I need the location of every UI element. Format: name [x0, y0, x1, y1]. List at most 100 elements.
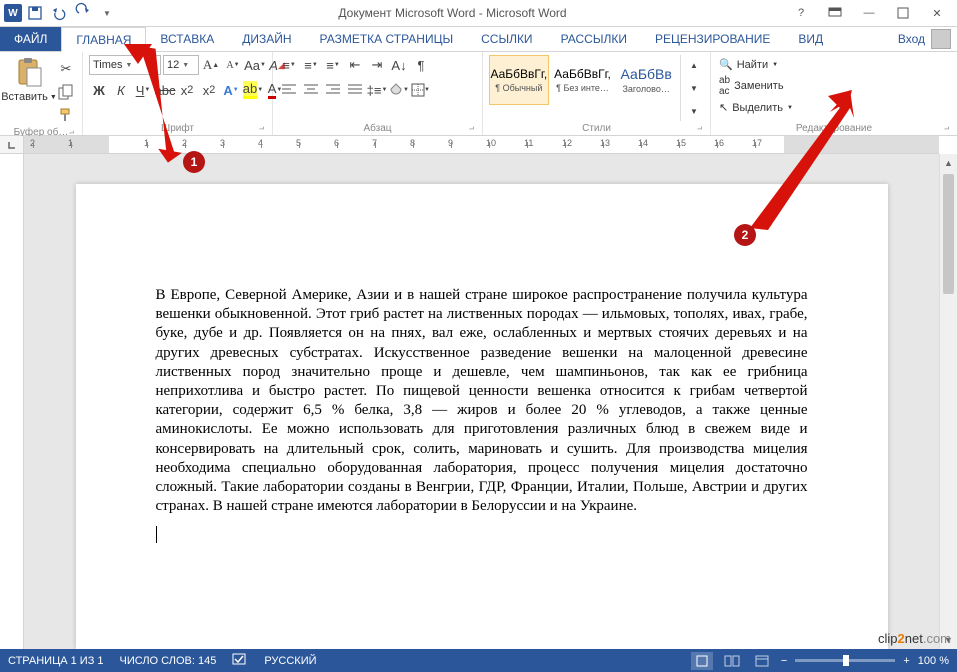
align-center-icon[interactable] [301, 80, 321, 100]
tab-view[interactable]: ВИД [784, 27, 837, 51]
shading-icon[interactable]: ▼ [389, 80, 409, 100]
callout-badge-1: 1 [183, 151, 205, 173]
document-area: В Европе, Северной Америке, Азии и в наш… [24, 154, 939, 649]
style-heading[interactable]: АаБбВв Заголово… [616, 55, 676, 105]
vertical-scrollbar[interactable]: ▲ ▼ [939, 154, 957, 649]
tab-insert[interactable]: ВСТАВКА [146, 27, 228, 51]
window-title: Документ Microsoft Word - Microsoft Word [118, 6, 787, 20]
sort-icon[interactable]: A↓ [389, 55, 409, 75]
paragraph-label: Абзац [279, 121, 476, 134]
style-normal[interactable]: АаБбВвГг, ¶ Обычный [489, 55, 549, 105]
language-indicator[interactable]: РУССКИЙ [264, 655, 316, 667]
zoom-slider[interactable] [795, 659, 895, 662]
find-icon: 🔍 [719, 58, 733, 71]
text-effects-icon[interactable]: A▼ [221, 80, 241, 100]
tab-home[interactable]: ГЛАВНАЯ [61, 27, 146, 52]
help-icon[interactable]: ? [787, 3, 815, 23]
show-marks-icon[interactable]: ¶ [411, 55, 431, 75]
format-painter-icon[interactable] [56, 105, 76, 125]
group-styles: АаБбВвГг, ¶ Обычный АаБбВвГг, ¶ Без инте… [483, 52, 711, 135]
font-label: Шрифт [89, 121, 266, 134]
paste-icon [13, 57, 45, 89]
spellcheck-icon[interactable] [232, 652, 248, 669]
text-cursor [156, 526, 157, 543]
align-right-icon[interactable] [323, 80, 343, 100]
tab-file[interactable]: ФАЙЛ [0, 27, 61, 51]
body-text[interactable]: В Европе, Северной Америке, Азии и в наш… [156, 286, 808, 516]
tab-design[interactable]: ДИЗАЙН [228, 27, 305, 51]
numbering-icon[interactable]: ≡▼ [301, 55, 321, 75]
align-left-icon[interactable] [279, 80, 299, 100]
styles-more-icon[interactable]: ▼ [684, 101, 704, 121]
maximize-icon[interactable] [889, 3, 917, 23]
styles-down-icon[interactable]: ▼ [684, 78, 704, 98]
strikethrough-button[interactable]: abc [155, 80, 175, 100]
highlight-icon[interactable]: ab▼ [243, 80, 263, 100]
redo-icon[interactable] [72, 2, 94, 24]
group-editing: 🔍Найти▼ abacЗаменить ↖Выделить▼ Редактир… [711, 52, 957, 135]
multilevel-icon[interactable]: ≡▼ [323, 55, 343, 75]
scroll-thumb[interactable] [943, 174, 954, 294]
replace-button[interactable]: abacЗаменить [717, 74, 795, 98]
line-spacing-icon[interactable]: ‡≡▼ [367, 80, 387, 100]
vertical-ruler[interactable] [0, 154, 24, 649]
close-icon[interactable]: ✕ [923, 3, 951, 23]
select-button[interactable]: ↖Выделить▼ [717, 100, 795, 115]
decrease-indent-icon[interactable]: ⇤ [345, 55, 365, 75]
replace-icon: abac [719, 75, 730, 97]
borders-icon[interactable]: ▼ [411, 80, 431, 100]
zoom-out-icon[interactable]: − [781, 655, 787, 667]
paste-label: Вставить [1, 91, 48, 103]
login-link[interactable]: Вход [898, 32, 925, 46]
bold-button[interactable]: Ж [89, 80, 109, 100]
undo-icon[interactable] [48, 2, 70, 24]
select-icon: ↖ [719, 101, 728, 114]
save-icon[interactable] [24, 2, 46, 24]
scroll-up-icon[interactable]: ▲ [940, 154, 957, 172]
superscript-button[interactable]: x2 [199, 80, 219, 100]
tab-references[interactable]: ССЫЛКИ [467, 27, 546, 51]
shrink-font-icon[interactable]: A▼ [223, 55, 243, 75]
zoom-level[interactable]: 100 % [918, 655, 949, 667]
page-indicator[interactable]: СТРАНИЦА 1 ИЗ 1 [8, 655, 104, 667]
font-name-select[interactable]: Times▼ [89, 55, 161, 75]
horizontal-ruler[interactable]: 211234567891011121314151617 [24, 136, 939, 154]
ribbon-tabs: ФАЙЛ ГЛАВНАЯ ВСТАВКА ДИЗАЙН РАЗМЕТКА СТР… [0, 27, 957, 52]
tab-review[interactable]: РЕЦЕНЗИРОВАНИЕ [641, 27, 784, 51]
minimize-icon[interactable]: — [855, 3, 883, 23]
styles-label: Стили [489, 121, 704, 134]
tab-selector-icon[interactable] [0, 136, 24, 154]
page: В Европе, Северной Америке, Азии и в наш… [76, 184, 888, 649]
ribbon-display-icon[interactable] [821, 3, 849, 23]
underline-button[interactable]: Ч▼ [133, 80, 153, 100]
title-bar: W ▼ Документ Microsoft Word - Microsoft … [0, 0, 957, 27]
change-case-icon[interactable]: Aa▼ [245, 55, 265, 75]
font-size-select[interactable]: 12▼ [163, 55, 199, 75]
group-font: Times▼ 12▼ A▲ A▼ Aa▼ A◢ Ж К Ч▼ abc x2 x2… [83, 52, 273, 135]
cut-icon[interactable]: ✂ [56, 59, 76, 79]
find-button[interactable]: 🔍Найти▼ [717, 57, 795, 72]
read-mode-icon[interactable] [721, 652, 743, 670]
print-layout-icon[interactable] [691, 652, 713, 670]
editing-label: Редактирование [717, 121, 951, 134]
increase-indent-icon[interactable]: ⇥ [367, 55, 387, 75]
justify-icon[interactable] [345, 80, 365, 100]
styles-up-icon[interactable]: ▲ [684, 55, 704, 75]
qa-dropdown-icon[interactable]: ▼ [96, 2, 118, 24]
subscript-button[interactable]: x2 [177, 80, 197, 100]
user-avatar-icon[interactable] [931, 29, 951, 49]
bullets-icon[interactable]: ≡▼ [279, 55, 299, 75]
zoom-in-icon[interactable]: + [903, 655, 909, 667]
tab-layout[interactable]: РАЗМЕТКА СТРАНИЦЫ [306, 27, 468, 51]
italic-button[interactable]: К [111, 80, 131, 100]
group-paragraph: ≡▼ ≡▼ ≡▼ ⇤ ⇥ A↓ ¶ ‡≡▼ ▼ ▼ Абзац [273, 52, 483, 135]
web-layout-icon[interactable] [751, 652, 773, 670]
callout-badge-2: 2 [734, 224, 756, 246]
tab-mailings[interactable]: РАССЫЛКИ [547, 27, 641, 51]
copy-icon[interactable] [56, 82, 76, 102]
status-bar: СТРАНИЦА 1 ИЗ 1 ЧИСЛО СЛОВ: 145 РУССКИЙ … [0, 649, 957, 672]
grow-font-icon[interactable]: A▲ [201, 55, 221, 75]
word-count[interactable]: ЧИСЛО СЛОВ: 145 [120, 655, 217, 667]
paste-button[interactable]: Вставить▼ [6, 55, 52, 103]
style-no-spacing[interactable]: АаБбВвГг, ¶ Без инте… [553, 55, 613, 105]
